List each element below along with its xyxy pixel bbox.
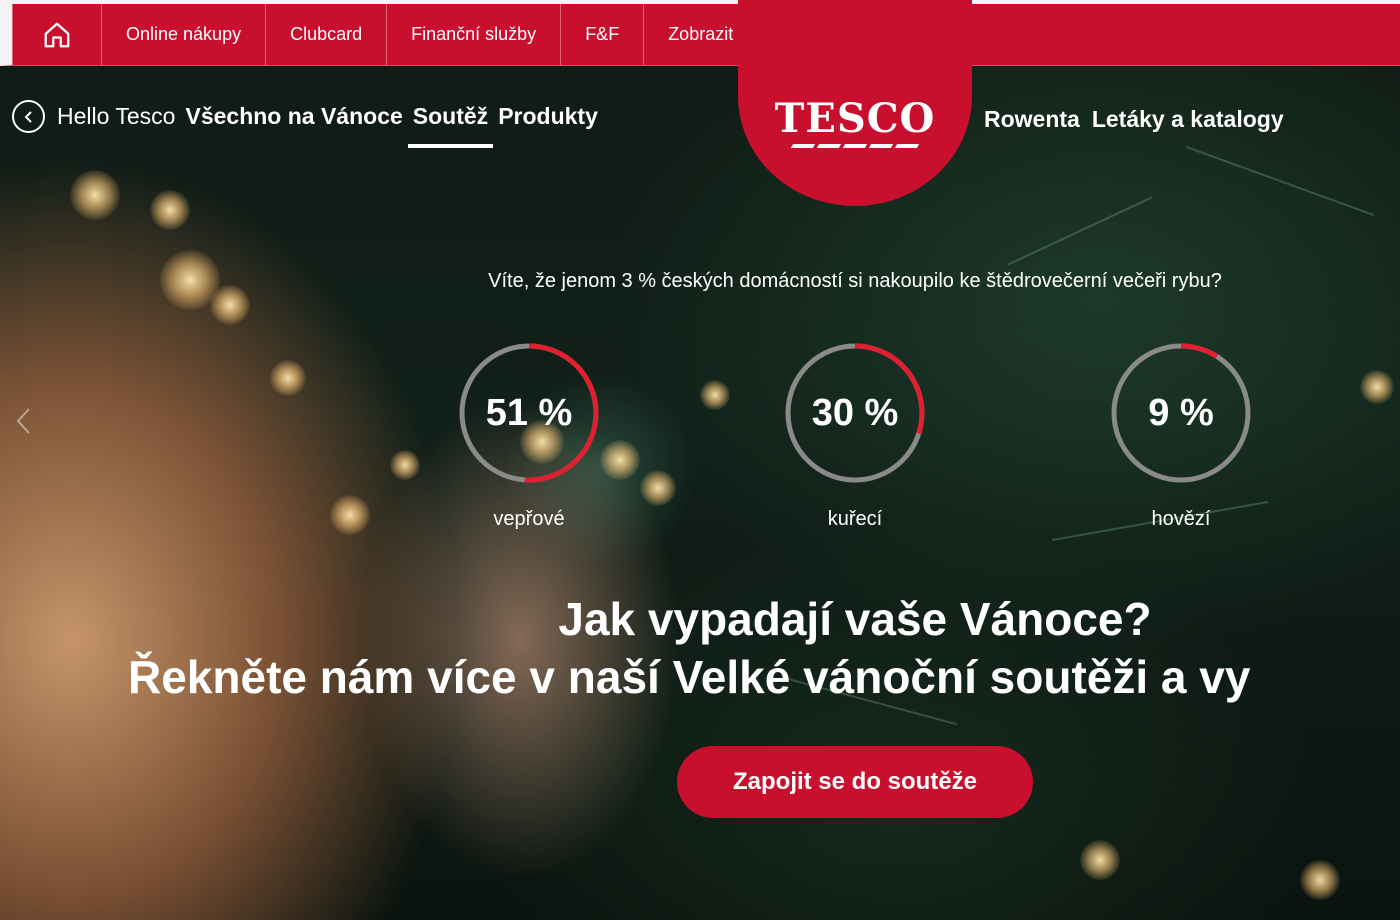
hero-subheadline: Řekněte nám více v naší Velké vánoční so… [128, 651, 1251, 703]
secondary-navigation: Hello Tesco Všechno na Vánoce Soutěž Pro… [12, 100, 608, 148]
light-decoration [270, 360, 306, 396]
logo-text: TESCO [774, 94, 936, 142]
home-icon [44, 22, 70, 47]
subnav-rowenta[interactable]: Rowenta [984, 106, 1080, 133]
stat-label: hovězí [1151, 508, 1211, 530]
stat-kureci: 30 % kuřecí [780, 338, 930, 531]
subnav-vse-na-vanoce[interactable]: Všechno na Vánoce [185, 103, 402, 130]
join-contest-button[interactable]: Zapojit se do soutěže [677, 746, 1033, 818]
light-decoration [1360, 370, 1394, 404]
nav-financni-sluzby[interactable]: Finanční služby [387, 4, 562, 65]
nav-clubcard[interactable]: Clubcard [266, 4, 388, 65]
stat-label: kuřecí [827, 508, 883, 530]
stat-value: 51 % [485, 391, 573, 434]
carousel-prev-icon[interactable] [14, 406, 34, 436]
light-decoration [330, 495, 370, 535]
secondary-navigation-right: Rowenta Letáky a katalogy [984, 106, 1296, 133]
back-button[interactable] [12, 100, 45, 133]
stat-vepr: 51 % vepřové [454, 338, 604, 531]
chevron-left-icon [24, 110, 32, 123]
subnav-produkty[interactable]: Produkty [498, 103, 598, 130]
light-decoration [390, 450, 420, 480]
stat-value: 30 % [811, 391, 899, 434]
logo-stripes [790, 143, 920, 148]
light-decoration [70, 170, 120, 220]
stat-hovezi: 9 % hovězí [1106, 338, 1256, 531]
nav-ff[interactable]: F&F [561, 4, 645, 65]
light-decoration [600, 440, 640, 480]
light-decoration [1300, 860, 1340, 900]
light-decoration [150, 190, 190, 230]
subnav-letaky-a-katalogy[interactable]: Letáky a katalogy [1092, 106, 1284, 133]
stat-label: vepřové [493, 508, 565, 530]
top-navigation: Online nákupy Clubcard Finanční služby F… [0, 0, 1400, 66]
subnav-soutez[interactable]: Soutěž [407, 103, 494, 148]
light-decoration [1080, 840, 1120, 880]
light-decoration [700, 380, 730, 410]
light-decoration [640, 470, 676, 506]
back-link-hello-tesco[interactable]: Hello Tesco [57, 103, 175, 130]
nav-online-nakupy[interactable]: Online nákupy [102, 4, 267, 65]
fact-text: Víte, že jenom 3 % českých domácností si… [488, 270, 1222, 292]
stat-value: 9 % [1148, 391, 1214, 434]
home-button[interactable] [12, 4, 102, 65]
hero-headline: Jak vypadají vaše Vánoce? [558, 593, 1152, 645]
